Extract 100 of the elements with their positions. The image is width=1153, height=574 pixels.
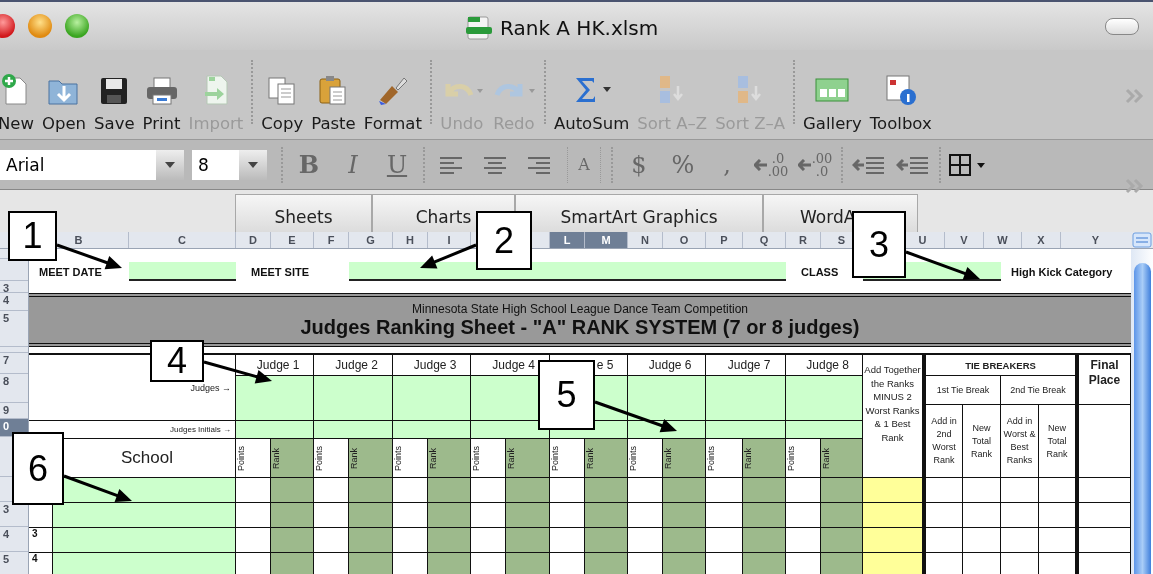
input-field[interactable]: [129, 262, 236, 281]
gallery-toolbar-button[interactable]: Gallery: [799, 72, 866, 133]
toolbox-toolbar-button[interactable]: Toolbox: [865, 72, 936, 133]
input-cell[interactable]: [706, 376, 785, 420]
table-cell: [963, 478, 1000, 502]
column-header[interactable]: X: [1021, 232, 1060, 248]
decimal-arrow-icon: [797, 158, 812, 171]
save-toolbar-button[interactable]: Save: [90, 72, 139, 133]
new-toolbar-button[interactable]: New: [0, 72, 38, 133]
print-toolbar-button[interactable]: Print: [138, 72, 185, 133]
table-cell: [663, 503, 705, 527]
input-cell[interactable]: [53, 528, 235, 552]
format-toolbar-button[interactable]: Format: [359, 72, 426, 133]
input-cell[interactable]: [628, 376, 705, 420]
table-cell: [663, 478, 705, 502]
input-cell[interactable]: [236, 376, 313, 420]
column-header[interactable]: P: [705, 232, 742, 248]
table-cell: [863, 553, 922, 574]
input-cell[interactable]: [53, 503, 235, 527]
row-header[interactable]: 4: [0, 527, 28, 552]
font-size-field[interactable]: 8: [192, 149, 267, 180]
table-cell: [1079, 503, 1130, 527]
zoom-button[interactable]: [65, 14, 89, 38]
ribbon-tab[interactable]: Sheets: [235, 194, 372, 232]
table-cell: [471, 503, 505, 527]
vertical-scrollbar[interactable]: [1131, 249, 1153, 574]
row-header[interactable]: 8: [0, 374, 28, 403]
input-cell[interactable]: [314, 376, 392, 420]
row-number-cell: 4: [29, 553, 52, 574]
input-cell[interactable]: [314, 421, 392, 438]
split-handle-icon[interactable]: [1131, 232, 1152, 248]
column-header[interactable]: M: [584, 232, 627, 248]
column-header[interactable]: L: [549, 232, 584, 248]
column-header[interactable]: D: [235, 232, 270, 248]
row-header[interactable]: 3: [0, 281, 28, 293]
table-cell: [271, 503, 313, 527]
row-header[interactable]: 4: [0, 293, 28, 311]
table-cell: [628, 478, 662, 502]
table-cell: [1001, 553, 1038, 574]
column-header[interactable]: N: [627, 232, 662, 248]
column-header[interactable]: Y: [1060, 232, 1130, 248]
input-field[interactable]: [349, 262, 786, 281]
input-cell[interactable]: [53, 553, 235, 574]
indent-icon: [852, 154, 886, 175]
column-header[interactable]: R: [785, 232, 820, 248]
table-cell: [349, 553, 392, 574]
table-cell: [1039, 478, 1075, 502]
column-header[interactable]: E: [270, 232, 313, 248]
input-cell[interactable]: [393, 376, 470, 420]
row-number-cell: [29, 503, 52, 527]
input-cell[interactable]: [471, 421, 549, 438]
input-cell[interactable]: [393, 421, 470, 438]
table-cell: [663, 528, 705, 552]
table-cell: [428, 528, 470, 552]
font-name-field[interactable]: Arial: [0, 149, 184, 180]
open-toolbar-button[interactable]: Open: [38, 72, 91, 133]
table-cell: [271, 528, 313, 552]
table-cell: [506, 553, 549, 574]
column-header[interactable]: O: [662, 232, 705, 248]
table-cell: [663, 553, 705, 574]
column-header[interactable]: Q: [742, 232, 785, 248]
input-cell[interactable]: [786, 376, 862, 420]
table-cell: [706, 478, 742, 502]
copy-toolbar-button[interactable]: Copy: [257, 72, 308, 133]
toolbar-toggle-button[interactable]: [1105, 18, 1139, 35]
scrollbar-thumb[interactable]: [1134, 263, 1151, 574]
input-cell[interactable]: [706, 421, 785, 438]
row-header[interactable]: 5: [0, 311, 28, 347]
autosum-toolbar-button[interactable]: AutoSum: [549, 72, 634, 133]
table-cell: [926, 528, 962, 552]
paste-toolbar-button[interactable]: Paste: [307, 72, 360, 133]
table-cell: [963, 503, 1000, 527]
ribbon-tab[interactable]: SmartArt Graphics: [515, 194, 763, 232]
table-cell: [786, 478, 820, 502]
column-header[interactable]: F: [313, 232, 348, 248]
column-header[interactable]: W: [983, 232, 1021, 248]
overflow-chevron-icon[interactable]: [1125, 178, 1145, 194]
column-header[interactable]: V: [944, 232, 983, 248]
input-cell[interactable]: [786, 421, 862, 438]
column-header[interactable]: H: [392, 232, 427, 248]
table-cell: [743, 553, 785, 574]
table-cell: [1079, 405, 1130, 477]
table-cell: [863, 503, 922, 527]
column-header[interactable]: G: [348, 232, 392, 248]
field-label: CLASS: [800, 266, 840, 280]
input-cell[interactable]: [236, 421, 313, 438]
table-cell: Judge 8: [786, 355, 862, 375]
table-cell: [821, 503, 862, 527]
column-header[interactable]: I: [427, 232, 470, 248]
column-header[interactable]: C: [128, 232, 235, 248]
minimize-button[interactable]: [28, 14, 52, 38]
row-header[interactable]: 5: [0, 552, 28, 574]
table-cell: [428, 503, 470, 527]
table-cell: [1079, 478, 1130, 502]
table-cell: [821, 553, 862, 574]
row-header[interactable]: 7: [0, 353, 28, 374]
overflow-chevron-icon[interactable]: [1125, 88, 1145, 104]
table-cell: [471, 553, 505, 574]
column-heading: Rank: [743, 439, 785, 477]
table-cell: [271, 478, 313, 502]
